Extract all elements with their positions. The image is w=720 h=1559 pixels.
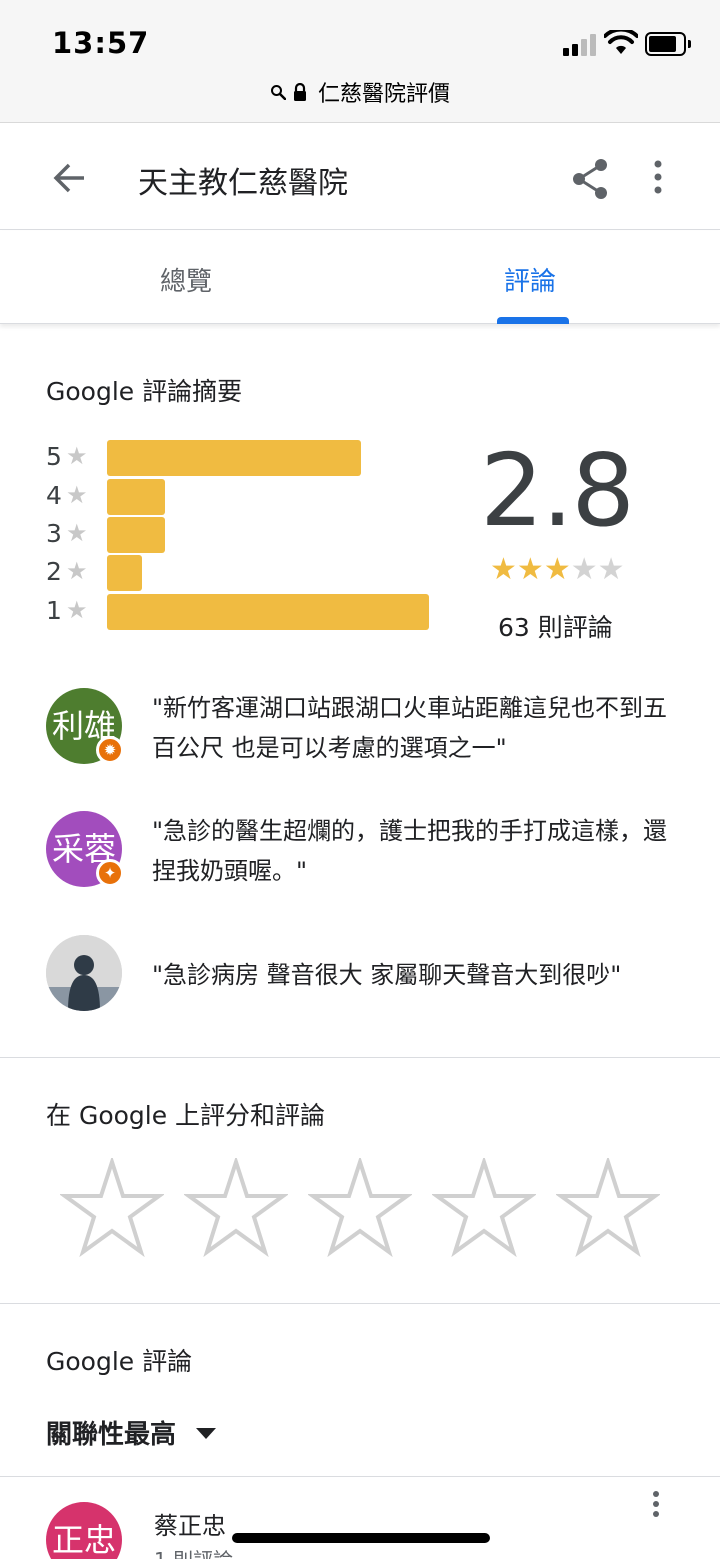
app-bar: 天主教仁慈醫院 — [0, 124, 720, 230]
review-count-link[interactable]: 63 則評論 — [498, 608, 613, 644]
lock-icon — [293, 83, 306, 101]
histogram-label: 5 — [46, 442, 62, 471]
reviews-section-title: Google 評論 — [46, 1347, 193, 1376]
more-vert-icon[interactable] — [642, 158, 674, 198]
star-icon: ★ — [66, 519, 88, 547]
star-empty-icon: ★ — [570, 552, 598, 587]
histogram-bar — [107, 517, 165, 553]
url-text: 仁慈醫院評價 — [317, 82, 450, 107]
avatar: 正忠 — [46, 1502, 122, 1559]
rating-stars: ★★★★★ — [490, 552, 625, 587]
star-filled-icon: ★ — [516, 552, 544, 587]
histogram-bar — [107, 594, 429, 630]
wifi-icon — [604, 30, 638, 54]
review-snippet[interactable]: 采蓉 ✦ "急診的醫生超爛的，護士把我的手打成這樣，還捏我奶頭喔。" — [46, 811, 686, 891]
summary-title: Google 評論摘要 — [46, 377, 243, 406]
tab-bar: 總覽 評論 — [0, 231, 720, 324]
star-filled-icon: ★ — [490, 552, 517, 587]
histogram-bar — [107, 479, 165, 515]
rate-star-1-icon[interactable] — [60, 1158, 164, 1258]
tab-indicator — [497, 317, 569, 324]
average-rating: 2.8 — [480, 432, 635, 549]
snippet-text: "新竹客運湖口站跟湖口火車站距離這兒也不到五百公尺 也是可以考慮的選項之一" — [152, 694, 668, 762]
star-icon: ★ — [66, 557, 88, 585]
histogram-label: 1 — [46, 596, 62, 625]
histogram-label: 4 — [46, 481, 62, 510]
local-guide-badge-icon: ✹ — [96, 736, 124, 764]
star-filled-icon: ★ — [543, 552, 571, 587]
sort-dropdown[interactable]: 關聯性最高 — [46, 1414, 176, 1451]
cellular-signal-icon — [563, 34, 597, 56]
page-title: 天主教仁慈醫院 — [138, 166, 348, 201]
snippet-text: "急診病房 聲音很大 家屬聊天聲音大到很吵" — [152, 961, 622, 989]
review-snippet[interactable]: 利雄 ✹ "新竹客運湖口站跟湖口火車站距離這兒也不到五百公尺 也是可以考慮的選項… — [46, 688, 686, 768]
divider — [0, 1303, 720, 1304]
reviewer-review-count: 1 則評論 — [154, 1544, 233, 1559]
rate-star-4-icon[interactable] — [432, 1158, 536, 1258]
rate-star-3-icon[interactable] — [308, 1158, 412, 1258]
local-guide-badge-icon: ✦ — [96, 859, 124, 887]
status-time: 13:57 — [52, 26, 150, 60]
divider — [0, 1476, 720, 1477]
star-empty-icon: ★ — [597, 552, 625, 587]
back-arrow-icon[interactable] — [50, 158, 90, 198]
home-indicator[interactable] — [232, 1533, 490, 1543]
url-bar[interactable]: 仁慈醫院評價 — [0, 76, 720, 108]
status-bar: 13:57 仁慈醫院評價 — [0, 0, 720, 123]
star-icon: ★ — [66, 596, 88, 624]
review-snippet[interactable]: "急診病房 聲音很大 家屬聊天聲音大到很吵" — [46, 935, 686, 1015]
review-item[interactable]: 正忠 蔡正忠 1 則評論 — [46, 1491, 686, 1559]
star-icon: ★ — [66, 442, 88, 470]
snippet-text: "急診的醫生超爛的，護士把我的手打成這樣，還捏我奶頭喔。" — [152, 817, 668, 885]
rate-star-5-icon[interactable] — [556, 1158, 660, 1258]
rate-section-title: 在 Google 上評分和評論 — [46, 1101, 326, 1130]
histogram-bar — [107, 555, 142, 591]
more-vert-icon[interactable] — [646, 1488, 666, 1528]
tab-overview[interactable]: 總覽 — [160, 261, 212, 298]
star-icon: ★ — [66, 481, 88, 509]
rate-star-2-icon[interactable] — [184, 1158, 288, 1258]
avatar — [46, 935, 122, 1011]
histogram-bar — [107, 440, 361, 476]
divider — [0, 1057, 720, 1058]
search-icon — [270, 85, 286, 100]
histogram-label: 3 — [46, 519, 62, 548]
battery-icon — [645, 32, 691, 56]
histogram-label: 2 — [46, 557, 62, 586]
tab-reviews[interactable]: 評論 — [504, 261, 556, 298]
reviewer-name[interactable]: 蔡正忠 — [154, 1506, 226, 1541]
dropdown-caret-icon[interactable] — [196, 1428, 216, 1439]
share-icon[interactable] — [570, 158, 610, 200]
